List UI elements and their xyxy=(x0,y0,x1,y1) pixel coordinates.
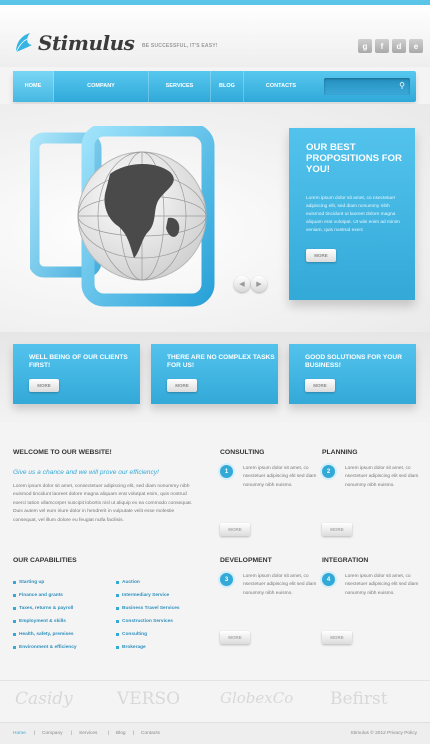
capability-link[interactable]: Starting up xyxy=(13,576,77,589)
promo-title: THERE ARE NO COMPLEX TASKS FOR US! xyxy=(167,354,275,369)
service-planning: PLANNING 2 Lorem ipsum dolor sit amet, c… xyxy=(322,449,418,536)
hero-section: OUR BEST PROPOSITIONS FOR YOU! Lorem ips… xyxy=(0,104,430,332)
service-integration: INTEGRATION 4 Lorem ipsum dolor sit amet… xyxy=(322,557,418,644)
promo-more-button[interactable]: MORE xyxy=(29,379,59,392)
capability-link[interactable]: Consulting xyxy=(116,628,180,641)
capabilities-list-right: Auction Intermediary Service Business Tr… xyxy=(116,576,180,654)
service-more-button[interactable]: MORE xyxy=(220,631,250,644)
hero-more-button[interactable]: MORE xyxy=(306,249,336,262)
nav-item-contacts[interactable]: CONTACTS xyxy=(244,71,318,102)
slider-prev-icon[interactable]: ◀ xyxy=(234,276,250,292)
header: Stimulus BE SUCCESSFUL, IT'S EASY! g f d… xyxy=(0,5,430,67)
service-title: DEVELOPMENT xyxy=(220,557,272,564)
footer-link-home[interactable]: Home xyxy=(13,731,26,736)
search-input[interactable]: ⚲ xyxy=(324,78,410,95)
service-number-badge: 3 xyxy=(220,573,233,586)
slider-next-icon[interactable]: ▶ xyxy=(251,276,267,292)
service-title: CONSULTING xyxy=(220,449,265,456)
capabilities-list-left: Starting up Finance and grants Taxes, re… xyxy=(13,576,77,654)
footer: Home | Company | Services | Blog | Conta… xyxy=(0,722,430,744)
client-logo[interactable]: VERSO xyxy=(117,689,180,709)
service-title: PLANNING xyxy=(322,449,358,456)
service-number-badge: 1 xyxy=(220,465,233,478)
service-development: DEVELOPMENT 3 Lorem ipsum dolor sit amet… xyxy=(220,557,316,644)
logo-text: Stimulus xyxy=(38,31,135,55)
footer-separator: | xyxy=(133,731,135,736)
footer-link-services[interactable]: Services xyxy=(79,731,97,736)
welcome-subtitle: Give us a chance and we will prove our e… xyxy=(13,469,159,476)
service-text: Lorem ipsum dolor sit amet, co nsectetue… xyxy=(243,466,317,488)
search-icon[interactable]: ⚲ xyxy=(399,81,405,90)
footer-separator: | xyxy=(108,731,110,736)
nav-item-company[interactable]: COMPANY xyxy=(54,71,149,102)
capability-link[interactable]: Auction xyxy=(116,576,180,589)
service-number-badge: 4 xyxy=(322,573,335,586)
copyright: Stimulus © 2012 Privacy Policy xyxy=(350,731,417,736)
footer-link-blog[interactable]: Blog xyxy=(116,731,126,736)
promo-box: THERE ARE NO COMPLEX TASKS FOR US! MORE xyxy=(151,344,278,404)
capabilities-title: OUR CAPABILITIES xyxy=(13,557,77,564)
capability-link[interactable]: Intermediary Service xyxy=(116,589,180,602)
client-logo[interactable]: Befirst xyxy=(330,689,388,709)
promo-title: GOOD SOLUTIONS FOR YOUR BUSINESS! xyxy=(305,354,402,369)
nav-item-services[interactable]: SERVICES xyxy=(149,71,211,102)
capability-link[interactable]: Health, safety, premises xyxy=(13,628,77,641)
main-nav: HOME COMPANY SERVICES BLOG CONTACTS ⚲ xyxy=(13,71,416,102)
footer-separator: | xyxy=(71,731,73,736)
client-logo[interactable]: Casidy xyxy=(15,689,73,709)
service-text: Lorem ipsum dolor sit amet, co nsectetue… xyxy=(243,574,317,596)
google-icon[interactable]: g xyxy=(358,39,372,53)
service-text: Lorem ipsum dolor sit amet, co nsectetue… xyxy=(345,466,419,488)
promo-box: GOOD SOLUTIONS FOR YOUR BUSINESS! MORE xyxy=(289,344,416,404)
hero-text: Lorem ipsum dolor sit amet, co nsectetue… xyxy=(306,196,400,233)
delicious-icon[interactable]: d xyxy=(392,39,406,53)
capability-link[interactable]: Environment & efficiency xyxy=(13,641,77,654)
service-number-badge: 2 xyxy=(322,465,335,478)
service-more-button[interactable]: MORE xyxy=(322,631,352,644)
service-more-button[interactable]: MORE xyxy=(322,523,352,536)
capability-link[interactable]: Finance and grants xyxy=(13,589,77,602)
capability-link[interactable]: Employment & skills xyxy=(13,615,77,628)
logo[interactable]: Stimulus xyxy=(14,31,135,55)
welcome-title: WELCOME TO OUR WEBSITE! xyxy=(13,449,112,456)
email-icon[interactable]: e xyxy=(409,39,423,53)
logo-wing-icon xyxy=(15,33,32,53)
promo-more-button[interactable]: MORE xyxy=(305,379,335,392)
globe-illustration xyxy=(30,126,215,307)
footer-link-contacts[interactable]: Contacts xyxy=(141,731,160,736)
hero-proposition-box: OUR BEST PROPOSITIONS FOR YOU! Lorem ips… xyxy=(289,128,415,300)
tagline: BE SUCCESSFUL, IT'S EASY! xyxy=(142,43,218,49)
capability-link[interactable]: Brokerage xyxy=(116,641,180,654)
nav-item-blog[interactable]: BLOG xyxy=(211,71,244,102)
promo-more-button[interactable]: MORE xyxy=(167,379,197,392)
capability-link[interactable]: Business Travel Services xyxy=(116,602,180,615)
capability-link[interactable]: Construction Services xyxy=(116,615,180,628)
social-icons: g f d e xyxy=(358,39,423,53)
client-logos: Casidy VERSO GlobexCo Befirst xyxy=(0,680,430,718)
welcome-text: Lorem ipsum dolor sit amet, consectetuer… xyxy=(13,484,193,523)
slider-controls: ◀ ▶ xyxy=(234,276,267,292)
service-more-button[interactable]: MORE xyxy=(220,523,250,536)
promo-strip: WELL BEING OF OUR CLIENTS FIRST! MORE TH… xyxy=(0,332,430,422)
service-text: Lorem ipsum dolor sit amet, co nsectetue… xyxy=(345,574,419,596)
footer-separator: | xyxy=(34,731,36,736)
service-title: INTEGRATION xyxy=(322,557,369,564)
capability-link[interactable]: Taxes, returns & payroll xyxy=(13,602,77,615)
hero-title: OUR BEST PROPOSITIONS FOR YOU! xyxy=(306,142,402,175)
service-consulting: CONSULTING 1 Lorem ipsum dolor sit amet,… xyxy=(220,449,316,536)
promo-box: WELL BEING OF OUR CLIENTS FIRST! MORE xyxy=(13,344,140,404)
facebook-icon[interactable]: f xyxy=(375,39,389,53)
promo-title: WELL BEING OF OUR CLIENTS FIRST! xyxy=(29,354,128,369)
footer-link-company[interactable]: Company xyxy=(42,731,63,736)
client-logo[interactable]: GlobexCo xyxy=(220,689,293,707)
nav-item-home[interactable]: HOME xyxy=(13,71,54,102)
